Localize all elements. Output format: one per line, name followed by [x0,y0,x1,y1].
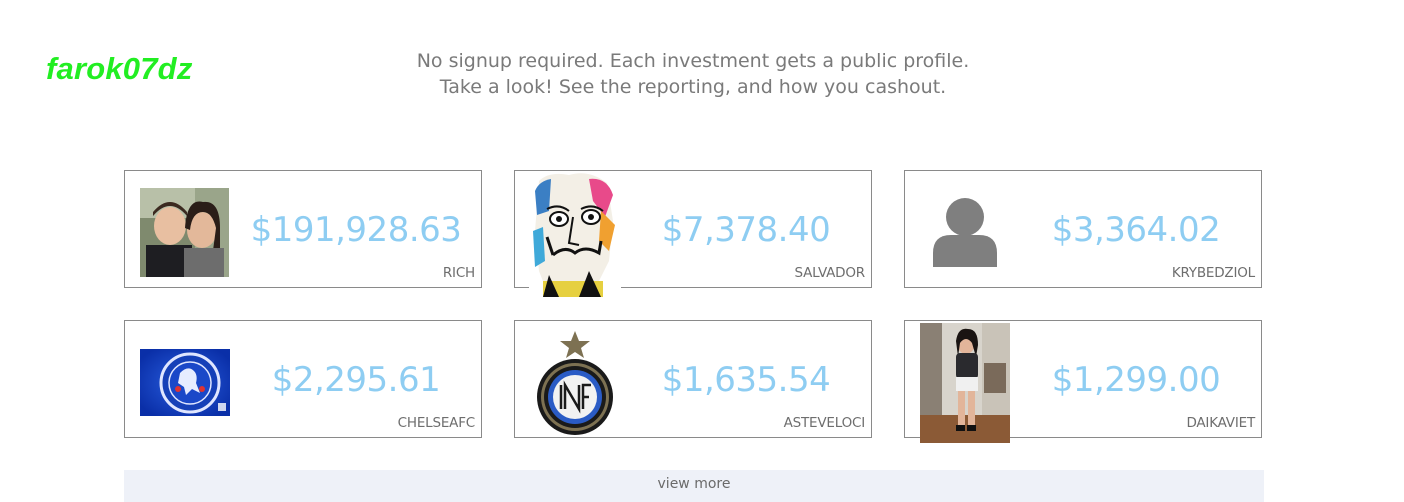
chelsea-crest-avatar[interactable] [140,349,230,416]
username-link[interactable]: KRYBEDZIOL [1172,265,1255,281]
investment-card-daikaviet[interactable]: $1,299.00 DAIKAVIET [904,320,1262,443]
amount: $1,635.54 [661,360,831,400]
amount: $7,378.40 [661,210,831,250]
view-more-button[interactable]: view more [124,470,1264,502]
username-link[interactable]: CHELSEAFC [398,415,476,431]
investment-card-salvador[interactable]: $7,378.40 SALVADOR [514,170,872,297]
username-link[interactable]: ASTEVELOCI [784,415,866,431]
investment-card-chelseafc[interactable]: $2,295.61 CHELSEAFC [124,320,482,438]
couple-photo-avatar[interactable] [140,188,229,277]
username-link[interactable]: SALVADOR [794,265,865,281]
intro-line-1: No signup required. Each investment gets… [416,50,970,72]
amount: $191,928.63 [250,210,462,250]
default-user-icon[interactable] [933,197,997,267]
username-link[interactable]: DAIKAVIET [1186,415,1255,431]
investment-card-rich[interactable]: $191,928.63 RICH [124,170,482,288]
amount: $3,364.02 [1051,210,1221,250]
investment-card-krybedziol[interactable]: $3,364.02 KRYBEDZIOL [904,170,1262,288]
username-link[interactable]: RICH [443,265,475,281]
investment-card-asteveloci[interactable]: $1,635.54 ASTEVELOCI [514,320,872,438]
intro-line-2: Take a look! See the reporting, and how … [439,76,947,98]
woman-selfie-avatar[interactable] [920,323,1010,443]
intro-text: No signup required. Each investment gets… [0,48,1386,100]
inter-milan-crest-avatar[interactable] [535,329,615,437]
dali-portrait-avatar[interactable] [529,171,621,297]
amount: $1,299.00 [1051,360,1221,400]
amount: $2,295.61 [271,360,441,400]
